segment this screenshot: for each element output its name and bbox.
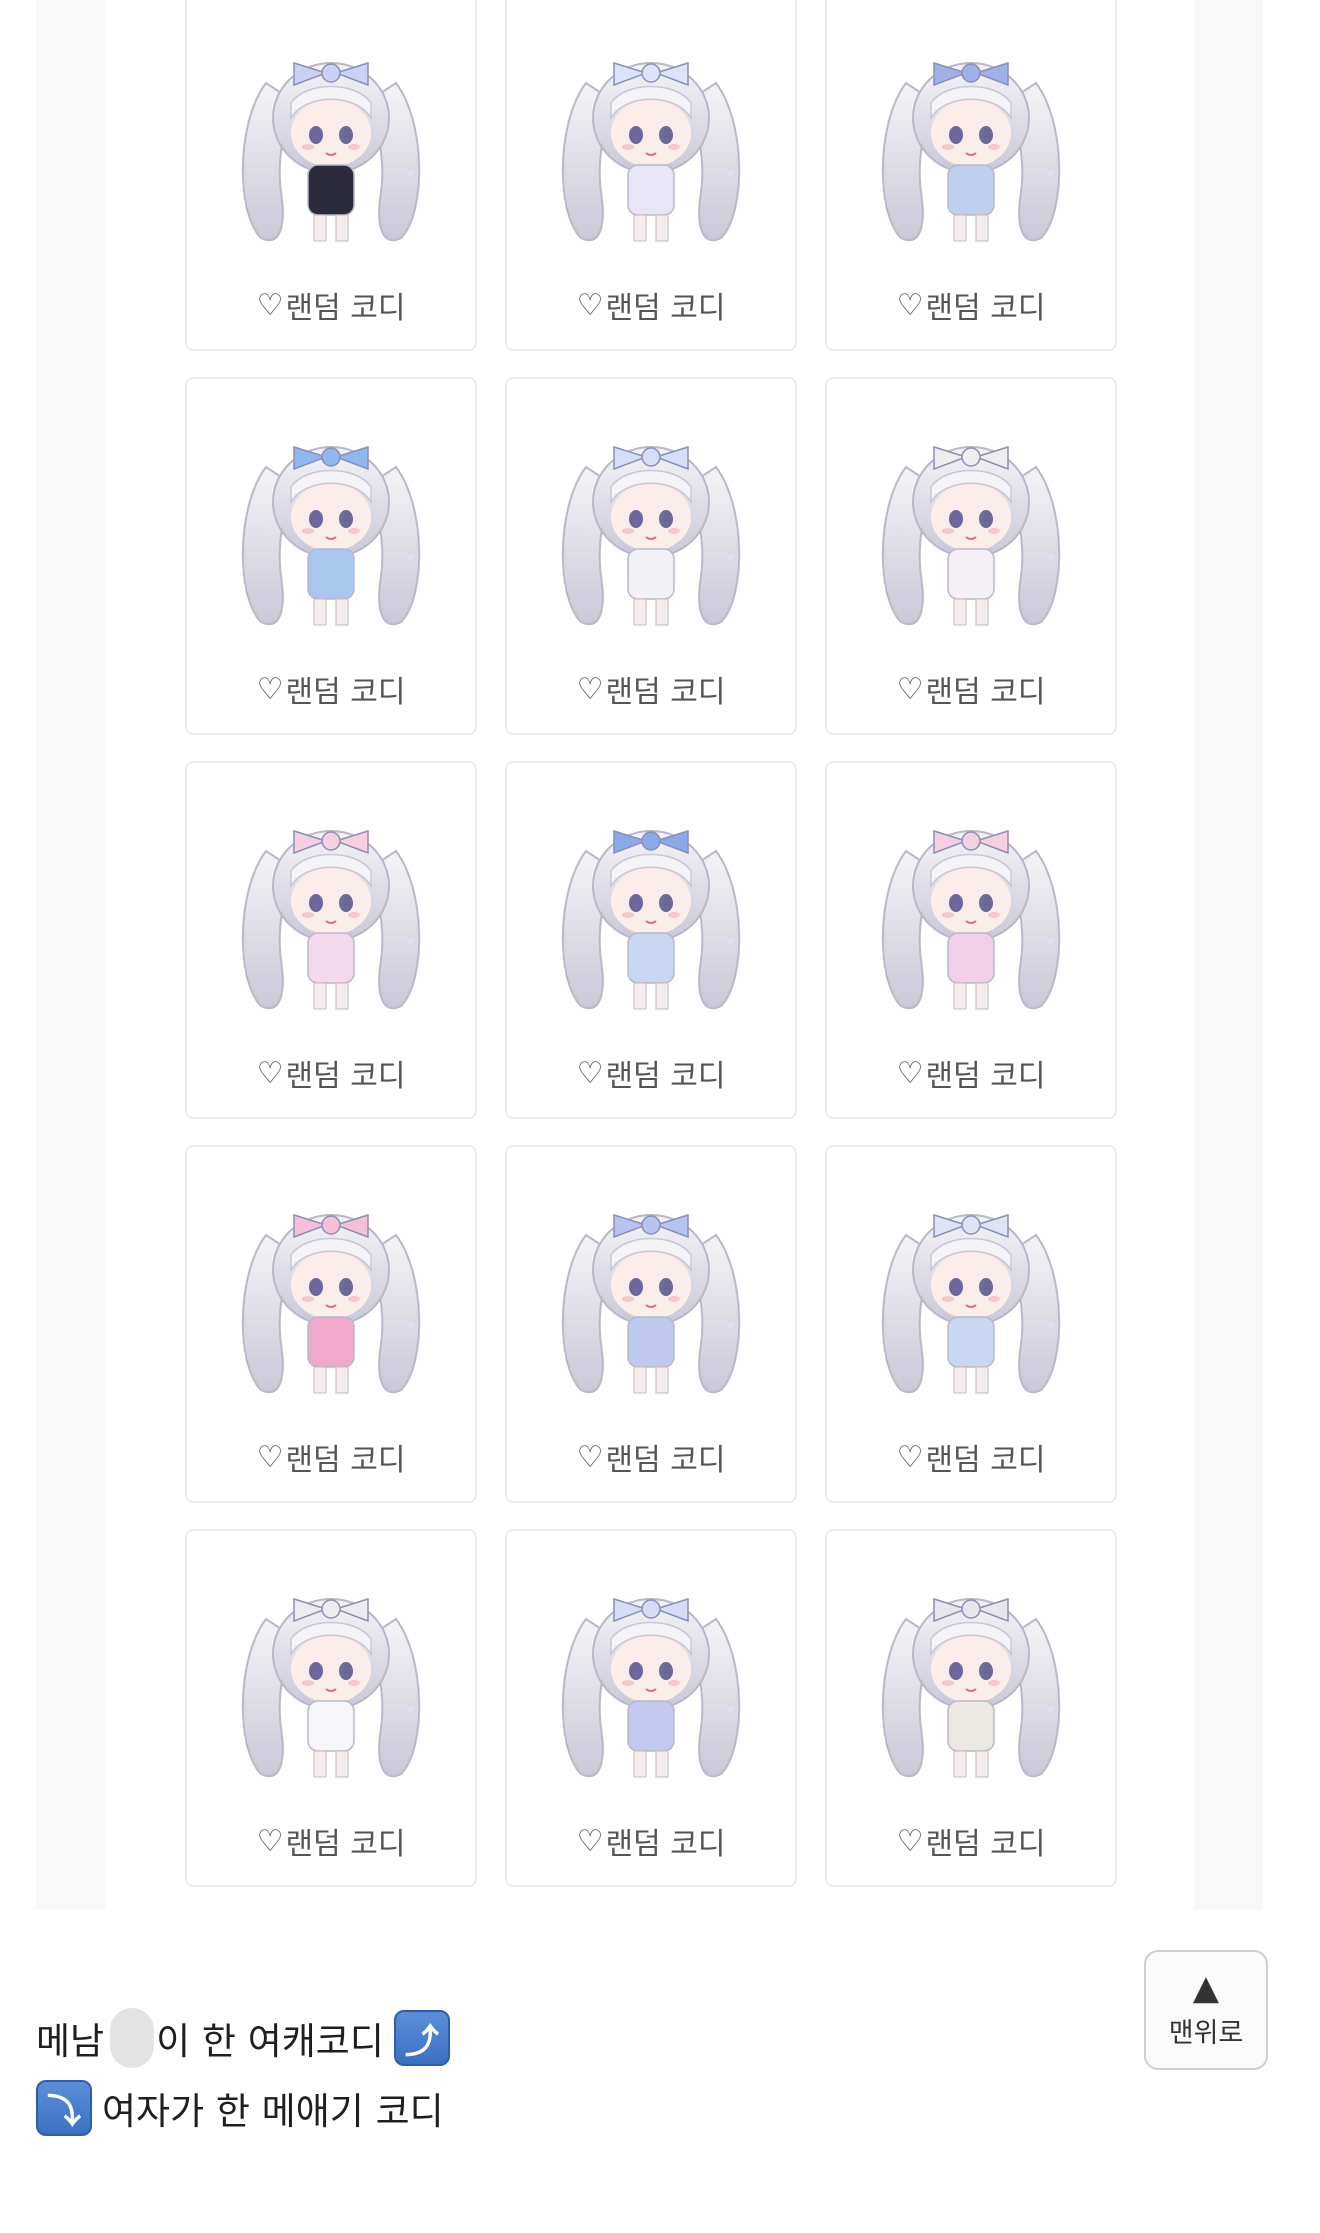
coordi-card[interactable]: ♡ 랜덤 코디 [505, 761, 797, 1119]
card-label-text: 랜덤 코디 [925, 675, 1046, 710]
heart-icon[interactable]: ♡ [257, 1824, 284, 1859]
caption-line-2: ⤵ 여자가 한 메애기 코디 [36, 2080, 444, 2136]
card-label: ♡ 랜덤 코디 [507, 667, 795, 711]
heart-icon[interactable]: ♡ [897, 1056, 924, 1091]
arrow-up-right-icon: ⤴ [393, 2010, 450, 2066]
character-avatar-image [561, 1213, 741, 1394]
character-avatar-image [881, 1597, 1061, 1778]
card-label-text: 랜덤 코디 [285, 1827, 406, 1862]
triangle-up-icon: ▲ [1192, 1967, 1220, 2008]
heart-icon[interactable]: ♡ [577, 1824, 604, 1859]
coordi-card[interactable]: ♡ 랜덤 코디 [825, 377, 1117, 735]
character-avatar-image [561, 829, 741, 1010]
heart-icon[interactable]: ♡ [257, 1056, 284, 1091]
heart-icon[interactable]: ♡ [897, 672, 924, 707]
character-avatar-image [561, 1597, 741, 1778]
coordi-card[interactable]: ♡ 랜덤 코디 [505, 1529, 797, 1887]
caption-line-2-text: 여자가 한 메애기 코디 [102, 2090, 444, 2133]
heart-icon[interactable]: ♡ [897, 1440, 924, 1475]
card-label-text: 랜덤 코디 [605, 291, 726, 326]
character-avatar-image [881, 829, 1061, 1010]
character-avatar-image [241, 829, 421, 1010]
coordi-card[interactable]: ♡ 랜덤 코디 [825, 761, 1117, 1119]
card-label-text: 랜덤 코디 [285, 1059, 406, 1094]
coordi-card[interactable]: ♡ 랜덤 코디 [825, 0, 1117, 351]
back-to-top-button[interactable]: ▲ 맨위로 [1144, 1950, 1268, 2070]
heart-icon[interactable]: ♡ [257, 1440, 284, 1475]
card-label-text: 랜덤 코디 [285, 675, 406, 710]
card-label: ♡ 랜덤 코디 [187, 1819, 475, 1863]
coordi-card[interactable]: ♡ 랜덤 코디 [505, 377, 797, 735]
heart-icon[interactable]: ♡ [577, 288, 604, 323]
card-label: ♡ 랜덤 코디 [187, 1051, 475, 1095]
character-avatar-image [241, 61, 421, 242]
coordi-card[interactable]: ♡ 랜덤 코디 [185, 1145, 477, 1503]
coordi-grid: ♡ 랜덤 코디 ♡ 랜덤 코디 ♡ 랜덤 코디 ♡ 랜덤 코디 ♡ 랜덤 코디 … [185, 0, 1117, 1887]
coordi-card[interactable]: ♡ 랜덤 코디 [825, 1145, 1117, 1503]
heart-icon[interactable]: ♡ [577, 672, 604, 707]
coordi-card[interactable]: ♡ 랜덤 코디 [825, 1529, 1117, 1887]
character-avatar-image [881, 1213, 1061, 1394]
heart-icon[interactable]: ♡ [257, 288, 284, 323]
back-to-top-label: 맨위로 [1168, 2017, 1244, 2049]
card-label: ♡ 랜덤 코디 [187, 283, 475, 327]
character-avatar-image [881, 61, 1061, 242]
heart-icon[interactable]: ♡ [897, 288, 924, 323]
coordi-card[interactable]: ♡ 랜덤 코디 [185, 377, 477, 735]
character-avatar-image [561, 445, 741, 626]
coordi-card[interactable]: ♡ 랜덤 코디 [185, 1529, 477, 1887]
card-label: ♡ 랜덤 코디 [827, 1435, 1115, 1479]
coordi-card[interactable]: ♡ 랜덤 코디 [505, 0, 797, 351]
card-label-text: 랜덤 코디 [925, 1443, 1046, 1478]
card-label: ♡ 랜덤 코디 [827, 1051, 1115, 1095]
character-avatar-image [241, 1597, 421, 1778]
card-label-text: 랜덤 코디 [925, 1827, 1046, 1862]
coordi-card[interactable]: ♡ 랜덤 코디 [185, 761, 477, 1119]
card-label: ♡ 랜덤 코디 [827, 283, 1115, 327]
character-avatar-image [241, 445, 421, 626]
card-label: ♡ 랜덤 코디 [507, 283, 795, 327]
card-label: ♡ 랜덤 코디 [507, 1819, 795, 1863]
card-label-text: 랜덤 코디 [285, 1443, 406, 1478]
caption-line-1: 메남 이 한 여캐코디 ⤴ [36, 2008, 450, 2068]
coordi-card[interactable]: ♡ 랜덤 코디 [185, 0, 477, 351]
card-label: ♡ 랜덤 코디 [827, 1819, 1115, 1863]
arrow-down-right-icon: ⤵ [36, 2080, 92, 2136]
heart-icon[interactable]: ♡ [897, 1824, 924, 1859]
card-label-text: 랜덤 코디 [605, 1059, 726, 1094]
card-label: ♡ 랜덤 코디 [187, 1435, 475, 1479]
card-label-text: 랜덤 코디 [605, 675, 726, 710]
caption-line-1-part1: 메남 [36, 2020, 105, 2063]
card-label: ♡ 랜덤 코디 [507, 1435, 795, 1479]
character-avatar-image [881, 445, 1061, 626]
heart-icon[interactable]: ♡ [577, 1056, 604, 1091]
card-label-text: 랜덤 코디 [605, 1443, 726, 1478]
character-avatar-image [561, 61, 741, 242]
blurred-text-mask [110, 2008, 155, 2068]
card-label: ♡ 랜덤 코디 [827, 667, 1115, 711]
card-label-text: 랜덤 코디 [605, 1827, 726, 1862]
heart-icon[interactable]: ♡ [577, 1440, 604, 1475]
card-label-text: 랜덤 코디 [285, 291, 406, 326]
coordi-card[interactable]: ♡ 랜덤 코디 [505, 1145, 797, 1503]
card-label: ♡ 랜덤 코디 [187, 667, 475, 711]
character-avatar-image [241, 1213, 421, 1394]
card-label: ♡ 랜덤 코디 [507, 1051, 795, 1095]
card-label-text: 랜덤 코디 [925, 291, 1046, 326]
card-label-text: 랜덤 코디 [925, 1059, 1046, 1094]
caption-line-1-part2: 이 한 여캐코디 [156, 2020, 384, 2063]
heart-icon[interactable]: ♡ [257, 672, 284, 707]
